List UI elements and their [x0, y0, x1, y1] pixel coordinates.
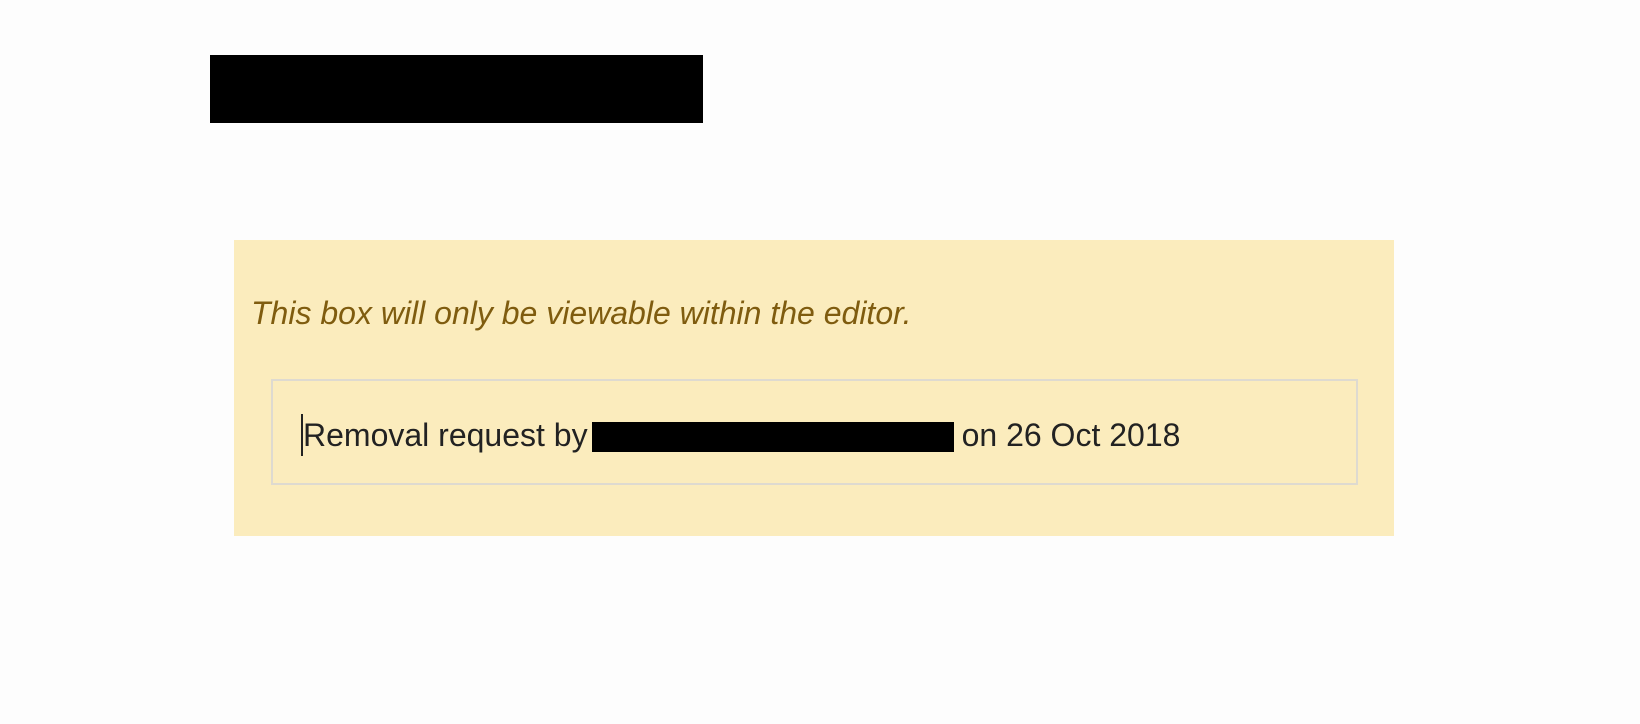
editor-only-note-box: This box will only be viewable within th… [234, 240, 1394, 536]
editor-only-note-text: This box will only be viewable within th… [251, 295, 912, 331]
removal-request-prefix: Removal request by [303, 417, 588, 453]
removal-request-date: on 26 Oct 2018 [961, 417, 1181, 453]
redacted-requester-name [591, 422, 954, 452]
editor-page: This box will only be viewable within th… [0, 0, 1640, 724]
removal-request-line[interactable]: Removal request by on 26 Oct 2018 [301, 414, 1181, 456]
redacted-title [210, 55, 703, 123]
removal-request-box[interactable]: Removal request by on 26 Oct 2018 [271, 379, 1358, 485]
